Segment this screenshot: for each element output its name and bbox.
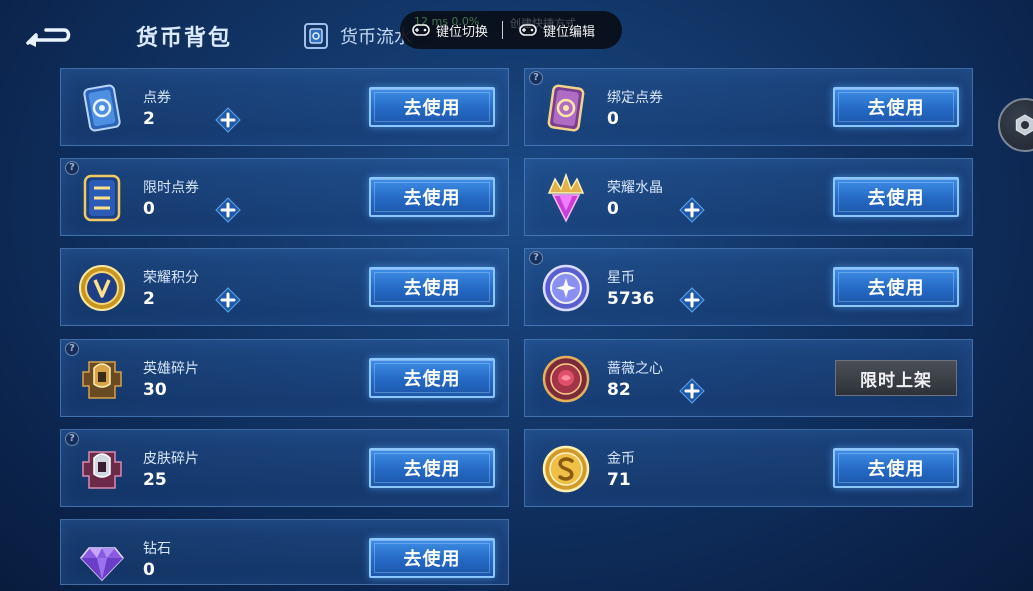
item-count: 2 <box>143 289 155 309</box>
item-name: 荣耀水晶 <box>607 180 663 196</box>
back-arrow-icon <box>26 28 71 47</box>
item-name: 金币 <box>607 451 635 467</box>
plus-icon <box>215 287 241 313</box>
keymap-edit-label: 键位编辑 <box>543 24 596 40</box>
glory-points-icon <box>75 261 129 315</box>
plus-icon <box>679 197 705 223</box>
currency-card-glory-points: 荣耀积分 2 去使用 <box>60 248 509 326</box>
currency-card-limited-coupon: ? 限时点券 0 去使用 <box>60 158 509 236</box>
item-count: 0 <box>143 199 155 219</box>
item-name: 荣耀积分 <box>143 270 199 286</box>
tab-currency-flow[interactable]: 货币流水 <box>302 20 412 52</box>
item-name: 皮肤碎片 <box>143 451 199 467</box>
use-star-coin-button[interactable]: 去使用 <box>833 267 959 307</box>
side-settings-button[interactable] <box>998 98 1033 152</box>
currency-card-gold-coin: 金币 71 去使用 <box>524 429 973 507</box>
overlay-divider <box>502 21 504 39</box>
item-count: 2 <box>143 109 155 129</box>
keymap-overlay: 12 ms 0.0% 创建快捷方式 键位切换 键位编辑 <box>400 11 622 49</box>
use-diamond-button[interactable]: 去使用 <box>369 538 495 578</box>
keymap-switch-button[interactable]: 键位切换 <box>412 21 488 40</box>
use-skin-fragment-button[interactable]: 去使用 <box>369 448 495 488</box>
item-count: 0 <box>143 560 155 580</box>
currency-card-star-coin: ? 星币 5736 去使用 <box>524 248 973 326</box>
plus-icon <box>215 197 241 223</box>
item-name: 绑定点券 <box>607 90 663 106</box>
item-name: 星币 <box>607 270 635 286</box>
currency-card-rose-heart: 蔷薇之心 82 限时上架 <box>524 339 973 417</box>
use-bound-coupon-button[interactable]: 去使用 <box>833 87 959 127</box>
limited-coupon-icon <box>75 171 129 225</box>
add-rose-heart-button[interactable] <box>679 378 705 404</box>
gamepad-icon <box>412 24 430 36</box>
page-title: 货币背包 <box>136 26 233 51</box>
use-coupon-button[interactable]: 去使用 <box>369 87 495 127</box>
glory-crystal-icon <box>539 171 593 225</box>
gamepad-edit-icon <box>519 24 537 36</box>
star-coin-icon <box>539 261 593 315</box>
gear-icon <box>1015 114 1033 136</box>
add-glory-crystal-button[interactable] <box>679 197 705 223</box>
skin-fragment-icon <box>75 442 129 496</box>
item-name: 钻石 <box>143 541 171 557</box>
use-gold-coin-button[interactable]: 去使用 <box>833 448 959 488</box>
limited-release-badge: 限时上架 <box>835 360 957 396</box>
currency-card-skin-fragment: ? 皮肤碎片 25 去使用 <box>60 429 509 507</box>
currency-card-diamond: 钻石 0 去使用 <box>60 519 509 585</box>
add-star-coin-button[interactable] <box>679 287 705 313</box>
item-name: 限时点券 <box>143 180 199 196</box>
keymap-edit-button[interactable]: 键位编辑 <box>519 21 595 40</box>
item-count: 82 <box>607 380 631 400</box>
item-count: 0 <box>607 109 619 129</box>
add-glory-points-button[interactable] <box>215 287 241 313</box>
use-limited-coupon-button[interactable]: 去使用 <box>369 177 495 217</box>
diamond-icon <box>75 532 129 586</box>
rose-heart-icon <box>539 352 593 406</box>
plus-icon <box>679 287 705 313</box>
item-count: 25 <box>143 470 167 490</box>
use-glory-crystal-button[interactable]: 去使用 <box>833 177 959 217</box>
gold-coin-icon <box>539 442 593 496</box>
currency-card-hero-fragment: ? 英雄碎片 30 去使用 <box>60 339 509 417</box>
item-name: 蔷薇之心 <box>607 361 663 377</box>
item-count: 0 <box>607 199 619 219</box>
add-coupon-button[interactable] <box>215 107 241 133</box>
item-count: 71 <box>607 470 631 490</box>
hero-fragment-icon <box>75 352 129 406</box>
item-count: 30 <box>143 380 167 400</box>
use-glory-points-button[interactable]: 去使用 <box>369 267 495 307</box>
keymap-switch-label: 键位切换 <box>436 24 489 40</box>
item-count: 5736 <box>607 289 655 309</box>
coupon-icon <box>75 81 129 135</box>
ledger-icon <box>304 23 328 49</box>
add-limited-coupon-button[interactable] <box>215 197 241 223</box>
plus-icon <box>679 378 705 404</box>
back-button[interactable] <box>22 18 80 52</box>
currency-card-glory-crystal: 荣耀水晶 0 去使用 <box>524 158 973 236</box>
bound-coupon-icon <box>539 81 593 135</box>
currency-card-bound-coupon: ? 绑定点券 0 去使用 <box>524 68 973 146</box>
item-name: 英雄碎片 <box>143 361 199 377</box>
use-hero-fragment-button[interactable]: 去使用 <box>369 358 495 398</box>
item-name: 点券 <box>143 90 171 106</box>
currency-card-coupon: 点券 2 去使用 <box>60 68 509 146</box>
plus-icon <box>215 107 241 133</box>
